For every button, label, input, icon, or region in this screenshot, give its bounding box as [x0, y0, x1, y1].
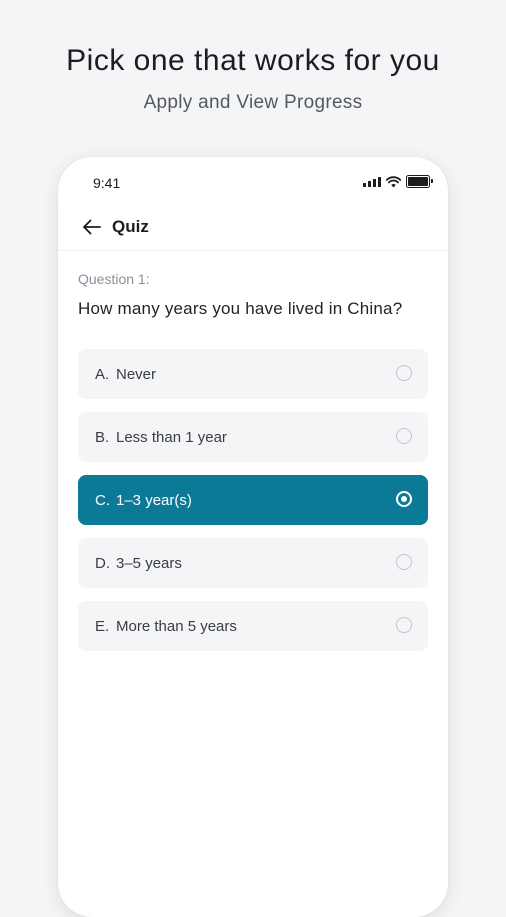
radio-icon[interactable] [396, 617, 412, 633]
wifi-icon [386, 175, 401, 187]
promo-subtitle: Apply and View Progress [143, 92, 363, 113]
radio-icon[interactable] [396, 428, 412, 444]
status-time: 9:41 [93, 175, 121, 191]
radio-icon[interactable] [396, 554, 412, 570]
option-label: Never [116, 366, 157, 383]
option-label: 3–5 years [116, 555, 182, 572]
option-b[interactable]: B. Less than 1 year [78, 412, 428, 462]
option-letter: C. [95, 492, 110, 509]
option-letter: A. [95, 366, 110, 383]
option-label: More than 5 years [116, 618, 237, 635]
radio-icon[interactable] [396, 365, 412, 381]
phone-frame: 9:41 Quiz Question 1: How many years you… [58, 157, 448, 917]
back-button[interactable] [80, 215, 104, 239]
question-text: How many years you have lived in China? [78, 299, 403, 318]
answer-options: A. Never B. Less than 1 year C. 1–3 year… [78, 349, 428, 664]
nav-bar: Quiz [58, 203, 448, 251]
arrow-left-icon [83, 219, 101, 235]
status-bar: 9:41 [58, 157, 448, 203]
option-d[interactable]: D. 3–5 years [78, 538, 428, 588]
radio-selected-icon[interactable] [396, 491, 412, 507]
option-e[interactable]: E. More than 5 years [78, 601, 428, 651]
battery-icon [406, 175, 433, 188]
page-title: Quiz [112, 217, 149, 236]
option-letter: B. [95, 429, 110, 446]
option-a[interactable]: A. Never [78, 349, 428, 399]
option-c[interactable]: C. 1–3 year(s) [78, 475, 428, 525]
status-icons [363, 175, 433, 188]
option-letter: E. [95, 618, 110, 635]
option-letter: D. [95, 555, 110, 572]
option-label: 1–3 year(s) [116, 492, 192, 509]
promo-title: Pick one that works for you [66, 44, 440, 77]
signal-icon [363, 176, 381, 187]
question-number: Question 1: [78, 271, 150, 287]
option-label: Less than 1 year [116, 429, 227, 446]
